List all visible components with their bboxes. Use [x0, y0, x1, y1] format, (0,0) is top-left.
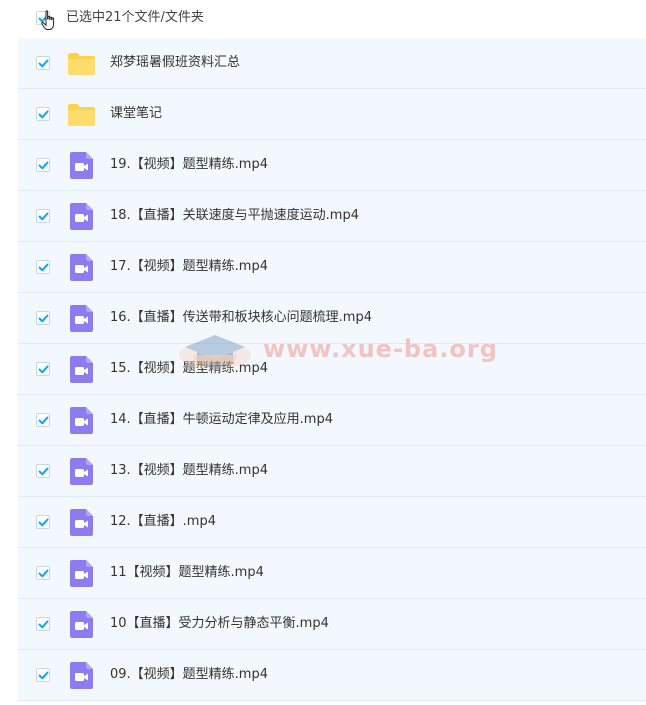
file-name[interactable]: 课堂笔记	[110, 105, 162, 123]
file-name[interactable]: 09.【视频】题型精练.mp4	[110, 666, 268, 684]
folder-icon	[66, 48, 97, 79]
file-checkbox[interactable]	[36, 464, 50, 478]
video-file-icon	[66, 150, 97, 181]
file-name[interactable]: 16.【直播】传送带和板块核心问题梳理.mp4	[110, 309, 372, 327]
file-row[interactable]: 11【视频】题型精练.mp4	[18, 548, 646, 599]
file-row[interactable]: 16.【直播】传送带和板块核心问题梳理.mp4	[18, 293, 646, 344]
file-name[interactable]: 12.【直播】.mp4	[110, 513, 216, 531]
video-file-icon	[66, 456, 97, 487]
checkmark-icon	[38, 569, 49, 578]
file-row[interactable]: 12.【直播】.mp4	[18, 497, 646, 548]
checkmark-icon	[38, 518, 49, 527]
checkmark-icon	[38, 416, 49, 425]
selected-count-label: 已选中21个文件/文件夹	[66, 10, 204, 25]
file-name[interactable]: 10【直播】受力分析与静态平衡.mp4	[110, 615, 329, 633]
video-file-icon	[66, 303, 97, 334]
file-checkbox[interactable]	[36, 209, 50, 223]
file-checkbox[interactable]	[36, 311, 50, 325]
selection-header: 已选中21个文件/文件夹	[18, 0, 646, 38]
video-file-icon	[66, 507, 97, 538]
video-file-icon	[66, 201, 97, 232]
video-file-icon	[66, 609, 97, 640]
hand-cursor-icon	[41, 10, 57, 36]
file-checkbox[interactable]	[36, 56, 50, 70]
checkmark-icon	[38, 263, 49, 272]
file-name[interactable]: 13.【视频】题型精练.mp4	[110, 462, 268, 480]
file-name[interactable]: 15.【视频】题型精练.mp4	[110, 360, 268, 378]
video-file-icon	[66, 660, 97, 691]
file-row[interactable]: 19.【视频】题型精练.mp4	[18, 140, 646, 191]
file-checkbox[interactable]	[36, 107, 50, 121]
file-list-page: 已选中21个文件/文件夹 郑梦瑶暑假班资料汇总 课堂笔记 19.【视频】题型精练.m…	[0, 0, 646, 705]
checkmark-icon	[38, 671, 49, 680]
checkmark-icon	[38, 314, 49, 323]
file-checkbox[interactable]	[36, 362, 50, 376]
folder-icon	[66, 99, 97, 130]
video-file-icon	[66, 405, 97, 436]
file-row[interactable]: 15.【视频】题型精练.mp4	[18, 344, 646, 395]
file-list: 郑梦瑶暑假班资料汇总 课堂笔记 19.【视频】题型精练.mp4 18.【直播】关联速度…	[18, 38, 646, 701]
file-checkbox[interactable]	[36, 668, 50, 682]
file-checkbox[interactable]	[36, 413, 50, 427]
file-row[interactable]: 18.【直播】关联速度与平抛速度运动.mp4	[18, 191, 646, 242]
file-checkbox[interactable]	[36, 566, 50, 580]
file-checkbox[interactable]	[36, 515, 50, 529]
file-name[interactable]: 14.【直播】牛顿运动定律及应用.mp4	[110, 411, 333, 429]
checkmark-icon	[38, 59, 49, 68]
file-checkbox[interactable]	[36, 260, 50, 274]
file-name[interactable]: 19.【视频】题型精练.mp4	[110, 156, 268, 174]
video-file-icon	[66, 252, 97, 283]
file-name[interactable]: 18.【直播】关联速度与平抛速度运动.mp4	[110, 207, 359, 225]
file-row[interactable]: 14.【直播】牛顿运动定律及应用.mp4	[18, 395, 646, 446]
video-file-icon	[66, 354, 97, 385]
checkmark-icon	[38, 110, 49, 119]
checkmark-icon	[38, 620, 49, 629]
file-row[interactable]: 09.【视频】题型精练.mp4	[18, 650, 646, 701]
file-row[interactable]: 课堂笔记	[18, 89, 646, 140]
file-name[interactable]: 郑梦瑶暑假班资料汇总	[110, 54, 240, 72]
file-row[interactable]: 郑梦瑶暑假班资料汇总	[18, 38, 646, 89]
checkmark-icon	[38, 467, 49, 476]
checkmark-icon	[38, 212, 49, 221]
file-checkbox[interactable]	[36, 617, 50, 631]
video-file-icon	[66, 558, 97, 589]
checkmark-icon	[38, 365, 49, 374]
file-row[interactable]: 10【直播】受力分析与静态平衡.mp4	[18, 599, 646, 650]
file-checkbox[interactable]	[36, 158, 50, 172]
file-row[interactable]: 17.【视频】题型精练.mp4	[18, 242, 646, 293]
checkmark-icon	[38, 161, 49, 170]
file-row[interactable]: 13.【视频】题型精练.mp4	[18, 446, 646, 497]
file-name[interactable]: 11【视频】题型精练.mp4	[110, 564, 264, 582]
file-name[interactable]: 17.【视频】题型精练.mp4	[110, 258, 268, 276]
